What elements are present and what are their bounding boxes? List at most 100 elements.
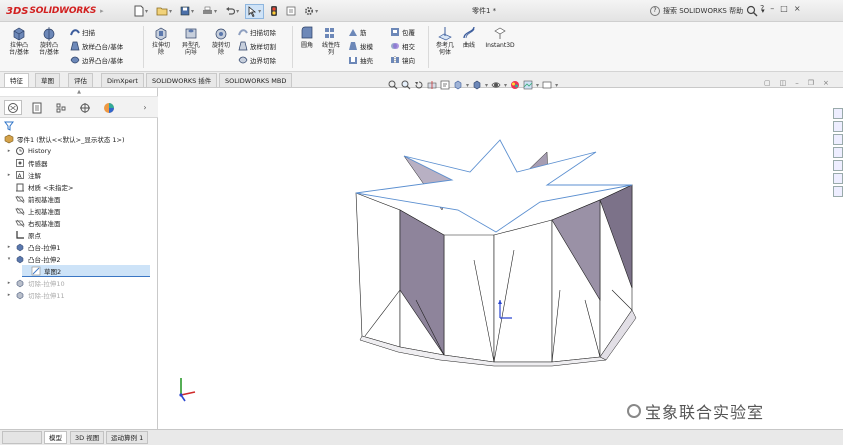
tab-solidworks-mbd[interactable]: SOLIDWORKS MBD xyxy=(219,73,293,87)
intersect-button[interactable]: 相交 xyxy=(390,40,415,51)
design-library-icon[interactable] xyxy=(833,134,843,145)
tree-item[interactable]: 材质 <未指定> xyxy=(6,181,73,193)
loft-boss-button[interactable]: 放样凸台/基体 xyxy=(70,40,123,51)
boundary-cut-button[interactable]: 边界切除 xyxy=(238,54,276,65)
tab-3d-view[interactable]: 3D 视图 xyxy=(70,431,105,444)
expand-arrow-icon[interactable]: ▸ xyxy=(6,148,12,154)
tree-root-part[interactable]: 零件1 (默认<<默认>_显示状态 1>) xyxy=(4,133,125,145)
instant3d-button[interactable]: Instant3D xyxy=(482,25,518,49)
zoom-area-icon[interactable] xyxy=(401,80,411,90)
viewport-tile-button[interactable]: ◫ xyxy=(780,79,787,87)
tree-item[interactable]: ▾ 凸台-拉伸2 xyxy=(6,253,60,265)
expand-arrow-icon[interactable]: ▸ xyxy=(6,244,12,250)
tab-dimxpert[interactable]: DimXpert xyxy=(101,73,144,87)
lofted-cut-button[interactable]: 放样切割 xyxy=(238,40,276,51)
hole-wizard-button[interactable]: 异型孔 向导 xyxy=(176,25,206,56)
swept-cut-button[interactable]: 扫描切除 xyxy=(238,26,276,37)
dimxpert-manager-tab[interactable] xyxy=(76,100,94,115)
sweep-button[interactable]: 扫描 xyxy=(70,26,95,37)
draft-button[interactable]: 拔模 xyxy=(348,40,373,51)
viewport-restore-button[interactable]: ❐ xyxy=(808,79,814,87)
tree-item[interactable]: ▸ 凸台-拉伸1 xyxy=(6,241,60,253)
custom-properties-icon[interactable] xyxy=(833,186,843,197)
view-orientation-icon[interactable] xyxy=(453,80,463,90)
zoom-to-fit-icon[interactable] xyxy=(388,80,398,90)
tab-solidworks-addins[interactable]: SOLIDWORKS 插件 xyxy=(146,73,218,87)
tab-motion-study[interactable]: 运动算例 1 xyxy=(106,431,149,444)
display-style-icon[interactable] xyxy=(472,80,482,90)
open-button[interactable]: ▾ xyxy=(154,4,174,19)
fillet-button[interactable]: 圆角 xyxy=(296,25,318,49)
extrude-cut-button[interactable]: 拉伸切 除 xyxy=(146,25,176,56)
tree-item[interactable]: ▸ History xyxy=(6,145,51,157)
viewport-close-button[interactable]: × xyxy=(823,79,829,87)
shell-button[interactable]: 抽壳 xyxy=(348,54,373,65)
revolve-boss-button[interactable]: 旋转凸 台/基体 xyxy=(34,25,64,56)
minimize-button[interactable]: – xyxy=(770,4,774,13)
menu-arrow-icon[interactable]: ▸ xyxy=(100,7,104,15)
tree-item[interactable]: 原点 xyxy=(6,229,41,241)
rebuild-button[interactable] xyxy=(268,4,280,19)
display-manager-tab[interactable] xyxy=(100,100,118,115)
tab-features[interactable]: 特征 xyxy=(4,73,29,87)
solidworks-logo[interactable]: 3DS SOLIDWORKS ▸ xyxy=(6,4,104,18)
dynamic-annotation-icon[interactable] xyxy=(440,80,450,90)
viewport-maximize-button[interactable]: ▢ xyxy=(764,79,771,87)
view-settings-icon[interactable] xyxy=(542,80,552,90)
chevron-down-icon[interactable]: ▾ xyxy=(536,82,539,89)
tab-model[interactable]: 模型 xyxy=(44,431,67,444)
tree-item[interactable]: ▸ 切除-拉伸11 xyxy=(6,289,65,301)
edit-appearance-icon[interactable] xyxy=(510,80,520,90)
reference-geometry-button[interactable]: 参考几 何体 xyxy=(430,25,460,56)
curves-button[interactable]: 曲线 xyxy=(458,25,480,49)
tree-item[interactable]: ▸ A 注解 xyxy=(6,169,41,181)
viewport-minimize-button[interactable]: – xyxy=(795,79,799,87)
previous-view-icon[interactable] xyxy=(414,80,424,90)
apply-scene-icon[interactable] xyxy=(523,80,533,90)
revolve-cut-button[interactable]: 旋转切 除 xyxy=(206,25,236,56)
rib-button[interactable]: 筋 xyxy=(348,26,367,37)
appearances-icon[interactable] xyxy=(833,173,843,184)
chevron-down-icon[interactable]: ▾ xyxy=(504,82,507,89)
tree-item[interactable]: 传感器 xyxy=(6,157,48,169)
view-palette-icon[interactable] xyxy=(833,160,843,171)
tab-evaluate[interactable]: 评估 xyxy=(68,73,93,87)
file-explorer-icon[interactable] xyxy=(833,147,843,158)
property-manager-tab[interactable] xyxy=(28,100,46,115)
expand-arrow-icon[interactable]: ▸ xyxy=(6,172,12,178)
options-button[interactable]: ▾ xyxy=(302,4,320,19)
filter-button[interactable] xyxy=(4,121,14,133)
search-icon[interactable] xyxy=(746,5,758,17)
file-properties-button[interactable] xyxy=(284,4,298,19)
save-button[interactable]: ▾ xyxy=(178,4,196,19)
hide-show-items-icon[interactable] xyxy=(491,80,501,90)
expand-arrow-icon[interactable]: ▸ xyxy=(6,280,12,286)
section-view-icon[interactable] xyxy=(427,80,437,90)
feature-manager-tab[interactable] xyxy=(4,100,22,115)
tree-item[interactable]: ▸ 切除-拉伸10 xyxy=(6,277,65,289)
select-button[interactable]: ▾ xyxy=(245,3,265,19)
help-button[interactable]: ? xyxy=(760,4,764,13)
extrude-boss-button[interactable]: 拉伸凸 台/基体 xyxy=(4,25,34,56)
tabs-scroll-right[interactable]: › xyxy=(136,100,154,115)
tab-scroll-area[interactable] xyxy=(2,431,42,444)
expand-arrow-icon[interactable]: ▸ xyxy=(6,292,12,298)
mirror-button[interactable]: 镜向 xyxy=(390,54,415,65)
panel-collapse-handle[interactable]: ▲ xyxy=(0,88,158,97)
tree-item[interactable]: 草图2 xyxy=(22,265,150,277)
tree-item[interactable]: 右视基准面 xyxy=(6,217,61,229)
tree-item[interactable]: 上视基准面 xyxy=(6,205,61,217)
tab-sketch[interactable]: 草图 xyxy=(35,73,60,87)
chevron-down-icon[interactable]: ▾ xyxy=(555,82,558,89)
home-icon[interactable] xyxy=(833,108,843,119)
help-search[interactable]: ? 搜索 SOLIDWORKS 帮助 ▾ xyxy=(650,4,765,18)
wrap-button[interactable]: 包覆 xyxy=(390,26,415,37)
new-document-button[interactable]: ▾ xyxy=(132,4,150,19)
tree-item[interactable]: 前视基准面 xyxy=(6,193,61,205)
star-prism-model[interactable] xyxy=(355,139,637,367)
configuration-manager-tab[interactable] xyxy=(52,100,70,115)
close-button[interactable]: × xyxy=(794,4,801,13)
chevron-down-icon[interactable]: ▾ xyxy=(485,82,488,89)
undo-button[interactable]: ▾ xyxy=(223,4,241,19)
resources-icon[interactable] xyxy=(833,121,843,132)
